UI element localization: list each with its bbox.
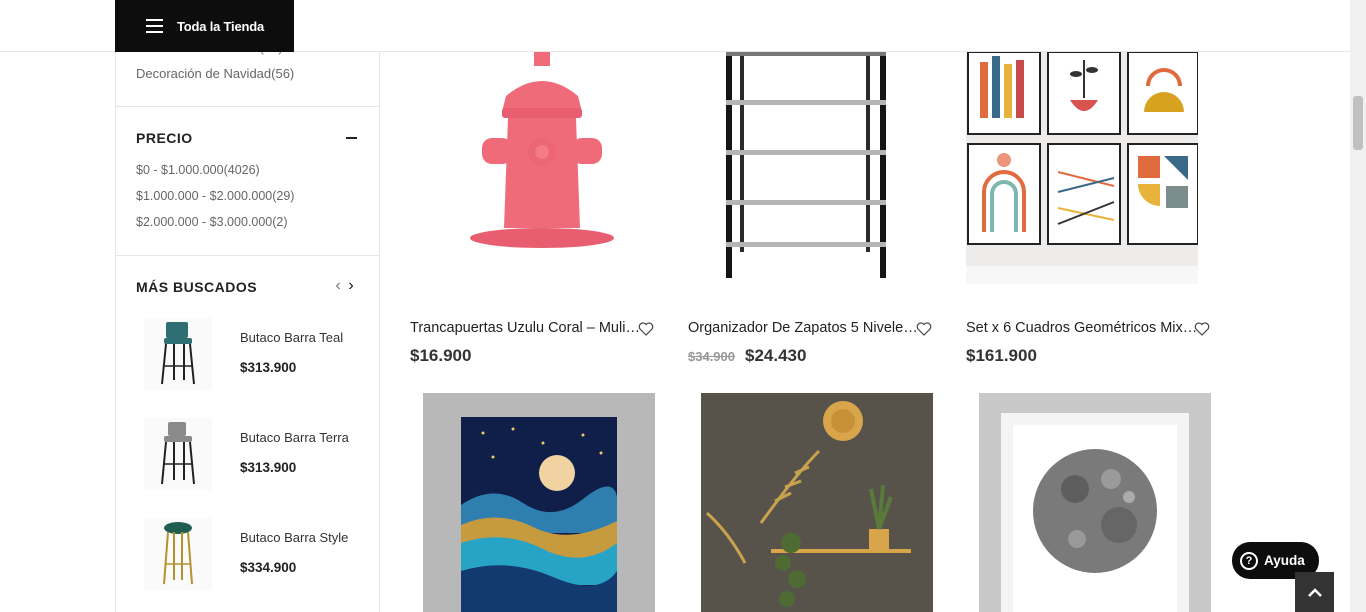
- product-title[interactable]: Trancapuertas Uzulu Coral – Mulimbo: [410, 320, 642, 336]
- help-label: Ayuda: [1264, 553, 1305, 568]
- most-searched-title: MÁS BUSCADOS: [136, 279, 258, 295]
- hamburger-icon: [146, 19, 163, 33]
- all-store-menu-button[interactable]: Toda la Tienda: [115, 0, 294, 52]
- price-range-3[interactable]: $2.000.000 - $3.000.000(2): [136, 215, 288, 229]
- product-old-price: $34.900: [688, 349, 735, 364]
- product-image[interactable]: [979, 393, 1211, 612]
- product-image[interactable]: [966, 52, 1198, 284]
- product-title[interactable]: Organizador De Zapatos 5 Niveles Negro: [688, 320, 920, 336]
- item-name[interactable]: Butaco Barra Terra: [240, 430, 360, 445]
- bar-stool-image: [144, 318, 212, 390]
- most-searched-item[interactable]: Butaco Barra Terra $313.900: [144, 418, 374, 498]
- wishlist-heart-icon[interactable]: [637, 320, 655, 338]
- hydrant-door-stopper-image: [410, 52, 642, 284]
- bar-stool-image: [144, 518, 212, 590]
- divider: [116, 255, 379, 256]
- category-item-navidad[interactable]: Decoración de Navidad(56): [136, 66, 294, 81]
- back-to-top-button[interactable]: [1295, 572, 1334, 612]
- most-searched-item[interactable]: Butaco Barra Style $334.900: [144, 518, 374, 598]
- product-price: $24.430: [745, 346, 807, 365]
- price-row: $161.900: [966, 346, 1037, 366]
- question-icon: ?: [1240, 551, 1258, 570]
- prev-arrow-icon[interactable]: ‹: [332, 278, 344, 294]
- chevron-up-icon: [1307, 588, 1322, 597]
- most-searched-item[interactable]: Butaco Barra Teal $313.900: [144, 318, 374, 398]
- sidebar: Decoración de Jardín(10) Decoración de N…: [115, 0, 380, 612]
- product-price: $16.900: [410, 346, 472, 365]
- item-price: $313.900: [240, 460, 297, 475]
- divider: [116, 106, 379, 107]
- price-row: $16.900: [410, 346, 471, 366]
- item-price: $334.900: [240, 560, 297, 575]
- all-store-label: Toda la Tienda: [177, 18, 265, 34]
- moon-print-image: [979, 393, 1211, 612]
- product-image[interactable]: [423, 393, 655, 612]
- price-range-2[interactable]: $1.000.000 - $2.000.000(29): [136, 189, 294, 203]
- product-image[interactable]: [688, 52, 920, 284]
- item-name[interactable]: Butaco Barra Teal: [240, 330, 360, 345]
- scrollbar-thumb[interactable]: [1353, 96, 1363, 150]
- product-image[interactable]: [701, 393, 933, 612]
- wall-decor-shelf-image: [701, 393, 933, 612]
- collapse-minus-icon[interactable]: [346, 137, 357, 139]
- item-name[interactable]: Butaco Barra Style: [240, 530, 360, 545]
- geometric-frames-image: [966, 52, 1198, 284]
- price-section-title: PRECIO: [136, 130, 193, 146]
- item-price: $313.900: [240, 360, 297, 375]
- product-price: $161.900: [966, 346, 1037, 365]
- price-row: $34.900 $24.430: [688, 346, 806, 366]
- product-title[interactable]: Set x 6 Cuadros Geométricos Mix Color: [966, 320, 1198, 336]
- bar-stool-image: [144, 418, 212, 490]
- wishlist-heart-icon[interactable]: [1193, 320, 1211, 338]
- scrollbar[interactable]: [1350, 0, 1366, 612]
- next-arrow-icon[interactable]: ›: [345, 278, 357, 294]
- night-landscape-canvas-image: [423, 393, 655, 612]
- price-range-1[interactable]: $0 - $1.000.000(4026): [136, 163, 260, 177]
- shoe-rack-image: [688, 52, 920, 284]
- product-image[interactable]: [410, 52, 642, 284]
